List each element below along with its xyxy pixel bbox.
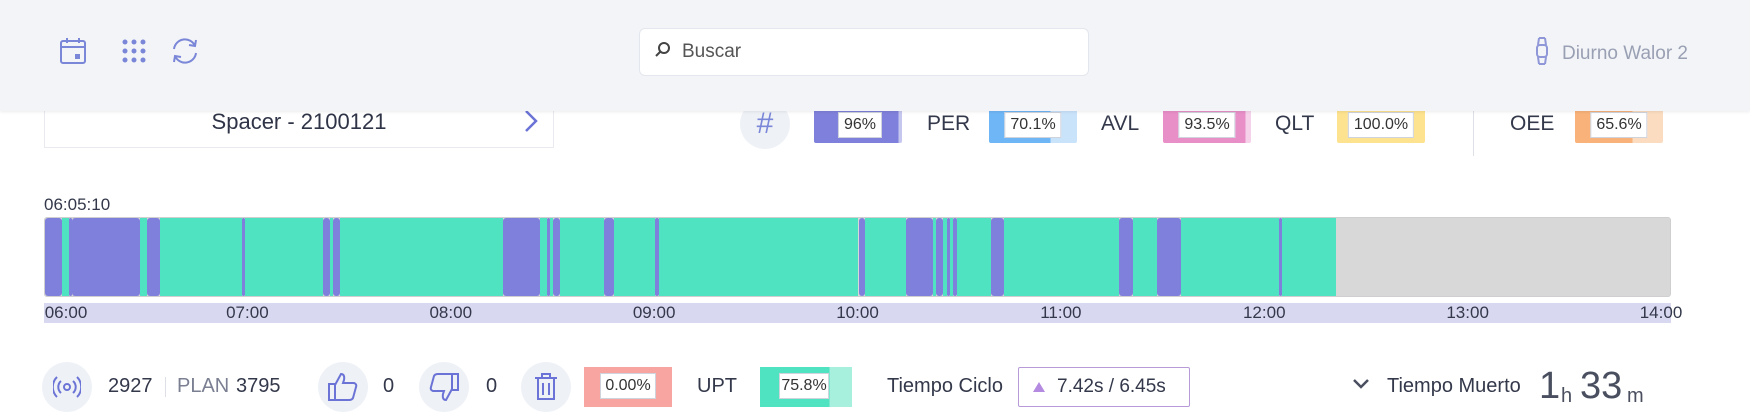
timeline-segment-stopped[interactable] — [1119, 218, 1134, 296]
search-input[interactable] — [682, 41, 1062, 63]
kpi-label-qlt: QLT — [1275, 112, 1315, 135]
kpi-value-3: 100.0% — [1347, 112, 1415, 138]
kpi-bar-1: 70.1% — [989, 111, 1077, 143]
upt-bar: 75.8% — [760, 367, 852, 407]
timeline-segment-running[interactable] — [339, 218, 503, 296]
timeline-start-time: 06:05:10 — [44, 195, 111, 214]
timeline-segment-running[interactable] — [1004, 218, 1120, 296]
timeline-segment-running[interactable] — [865, 218, 906, 296]
timeline-segment-running[interactable] — [560, 218, 605, 296]
timeline-segment-stopped[interactable] — [936, 218, 944, 296]
watch-icon — [1534, 36, 1550, 72]
search-icon — [654, 41, 672, 64]
dead-time-hours: 1 — [1539, 365, 1561, 407]
dead-time-hours-unit: h — [1561, 385, 1573, 407]
timeline-segment-stopped[interactable] — [45, 218, 62, 296]
timeline-segment-stopped[interactable] — [990, 218, 1005, 296]
timeline-hour-label: 13:00 — [1446, 303, 1489, 322]
production-timeline[interactable] — [44, 217, 1671, 297]
thumbs-down-icon[interactable] — [419, 362, 469, 412]
dead-time-label: Tiempo Muerto — [1387, 375, 1521, 397]
calendar-icon[interactable] — [56, 34, 90, 68]
timeline-segment-running[interactable] — [139, 218, 147, 296]
produced-count: 2927 — [108, 375, 153, 397]
timeline-hour-label: 06:00 — [44, 303, 88, 322]
timeline-segment-stopped[interactable] — [604, 218, 615, 296]
grid-icon[interactable] — [117, 34, 151, 68]
timeline-hour-label: 12:00 — [1242, 303, 1286, 322]
kpi-value-1: 70.1% — [1004, 112, 1062, 138]
timeline-hour-label: 09:00 — [632, 303, 676, 322]
timeline-segment-stopped[interactable] — [72, 218, 140, 296]
kpi-bar-2: 93.5% — [1163, 111, 1251, 143]
good-count: 0 — [383, 375, 395, 397]
scrap-percentage-bar: 0.00% — [584, 367, 672, 407]
device-selector[interactable]: Diurno Walor 2 — [1534, 36, 1688, 72]
plan-count: 3795 — [236, 375, 281, 397]
timeline-segment-stopped[interactable] — [858, 218, 866, 296]
kpi-label-avl: AVL — [1101, 112, 1140, 135]
upt-label: UPT — [697, 375, 737, 397]
timeline-segment-running[interactable] — [1282, 218, 1337, 296]
timeline-segment-stopped[interactable] — [322, 218, 330, 296]
timeline-segment-running[interactable] — [614, 218, 656, 296]
kpi-bar-0: 96% — [814, 111, 902, 143]
divider — [1473, 111, 1474, 156]
timeline-segment-stopped[interactable] — [333, 218, 340, 296]
device-name: Diurno Walor 2 — [1561, 43, 1688, 64]
timeline-segment-running[interactable] — [1180, 218, 1279, 296]
cycle-time-value: 7.42s / 6.45s — [1057, 376, 1166, 397]
product-name: Spacer - 2100121 — [211, 108, 387, 134]
timeline-segment-stopped[interactable] — [1156, 218, 1181, 296]
timeline-segment-running[interactable] — [160, 218, 242, 296]
dead-time-minutes-unit: m — [1627, 385, 1644, 407]
top-bar: Diurno Walor 2 — [0, 0, 1750, 111]
thumbs-up-icon[interactable] — [318, 362, 368, 412]
chevron-down-icon[interactable] — [1352, 377, 1370, 396]
bad-count: 0 — [486, 375, 498, 397]
kpi-bar-3: 100.0% — [1337, 111, 1425, 143]
timeline-segment-stopped[interactable] — [146, 218, 161, 296]
plan-label: PLAN — [177, 375, 230, 397]
timeline-segment-running[interactable] — [956, 218, 991, 296]
kpi-label-per: PER — [927, 112, 971, 135]
timeline-hour-label: 14:00 — [1639, 303, 1683, 322]
upt-value: 75.8% — [779, 373, 829, 399]
triangle-up-icon — [1033, 376, 1045, 398]
kpi-value-2: 93.5% — [1178, 112, 1236, 138]
kpi-value-0: 96% — [837, 112, 883, 138]
refresh-icon[interactable] — [168, 34, 202, 68]
timeline-segment-stopped[interactable] — [905, 218, 934, 296]
divider — [165, 377, 166, 397]
timeline-segment-running[interactable] — [1133, 218, 1157, 296]
sensor-icon — [42, 362, 92, 412]
timeline-segment-running[interactable] — [539, 218, 547, 296]
trash-icon[interactable] — [521, 362, 571, 412]
kpi-value-4: 65.6% — [1590, 112, 1648, 138]
search-box[interactable] — [639, 28, 1089, 76]
timeline-segment-stopped[interactable] — [553, 218, 561, 296]
timeline-hour-label: 08:00 — [429, 303, 473, 322]
cycle-time-box: 7.42s / 6.45s — [1018, 367, 1190, 407]
kpi-bar-4: 65.6% — [1575, 111, 1663, 143]
timeline-hour-label: 11:00 — [1040, 303, 1082, 322]
dead-time-minutes: 33 — [1580, 365, 1623, 407]
timeline-hour-label: 07:00 — [226, 303, 269, 322]
timeline-segment-running[interactable] — [658, 218, 859, 296]
chevron-right-icon[interactable] — [523, 108, 539, 140]
scrap-percentage: 0.00% — [600, 373, 656, 399]
timeline-hour-label: 10:00 — [836, 303, 879, 322]
ciclo-label: Tiempo Ciclo — [887, 375, 1003, 397]
timeline-segment-running[interactable] — [61, 218, 69, 296]
timeline-segment-running[interactable] — [244, 218, 323, 296]
kpi-label-oee: OEE — [1510, 112, 1555, 135]
timeline-segment-stopped[interactable] — [502, 218, 540, 296]
